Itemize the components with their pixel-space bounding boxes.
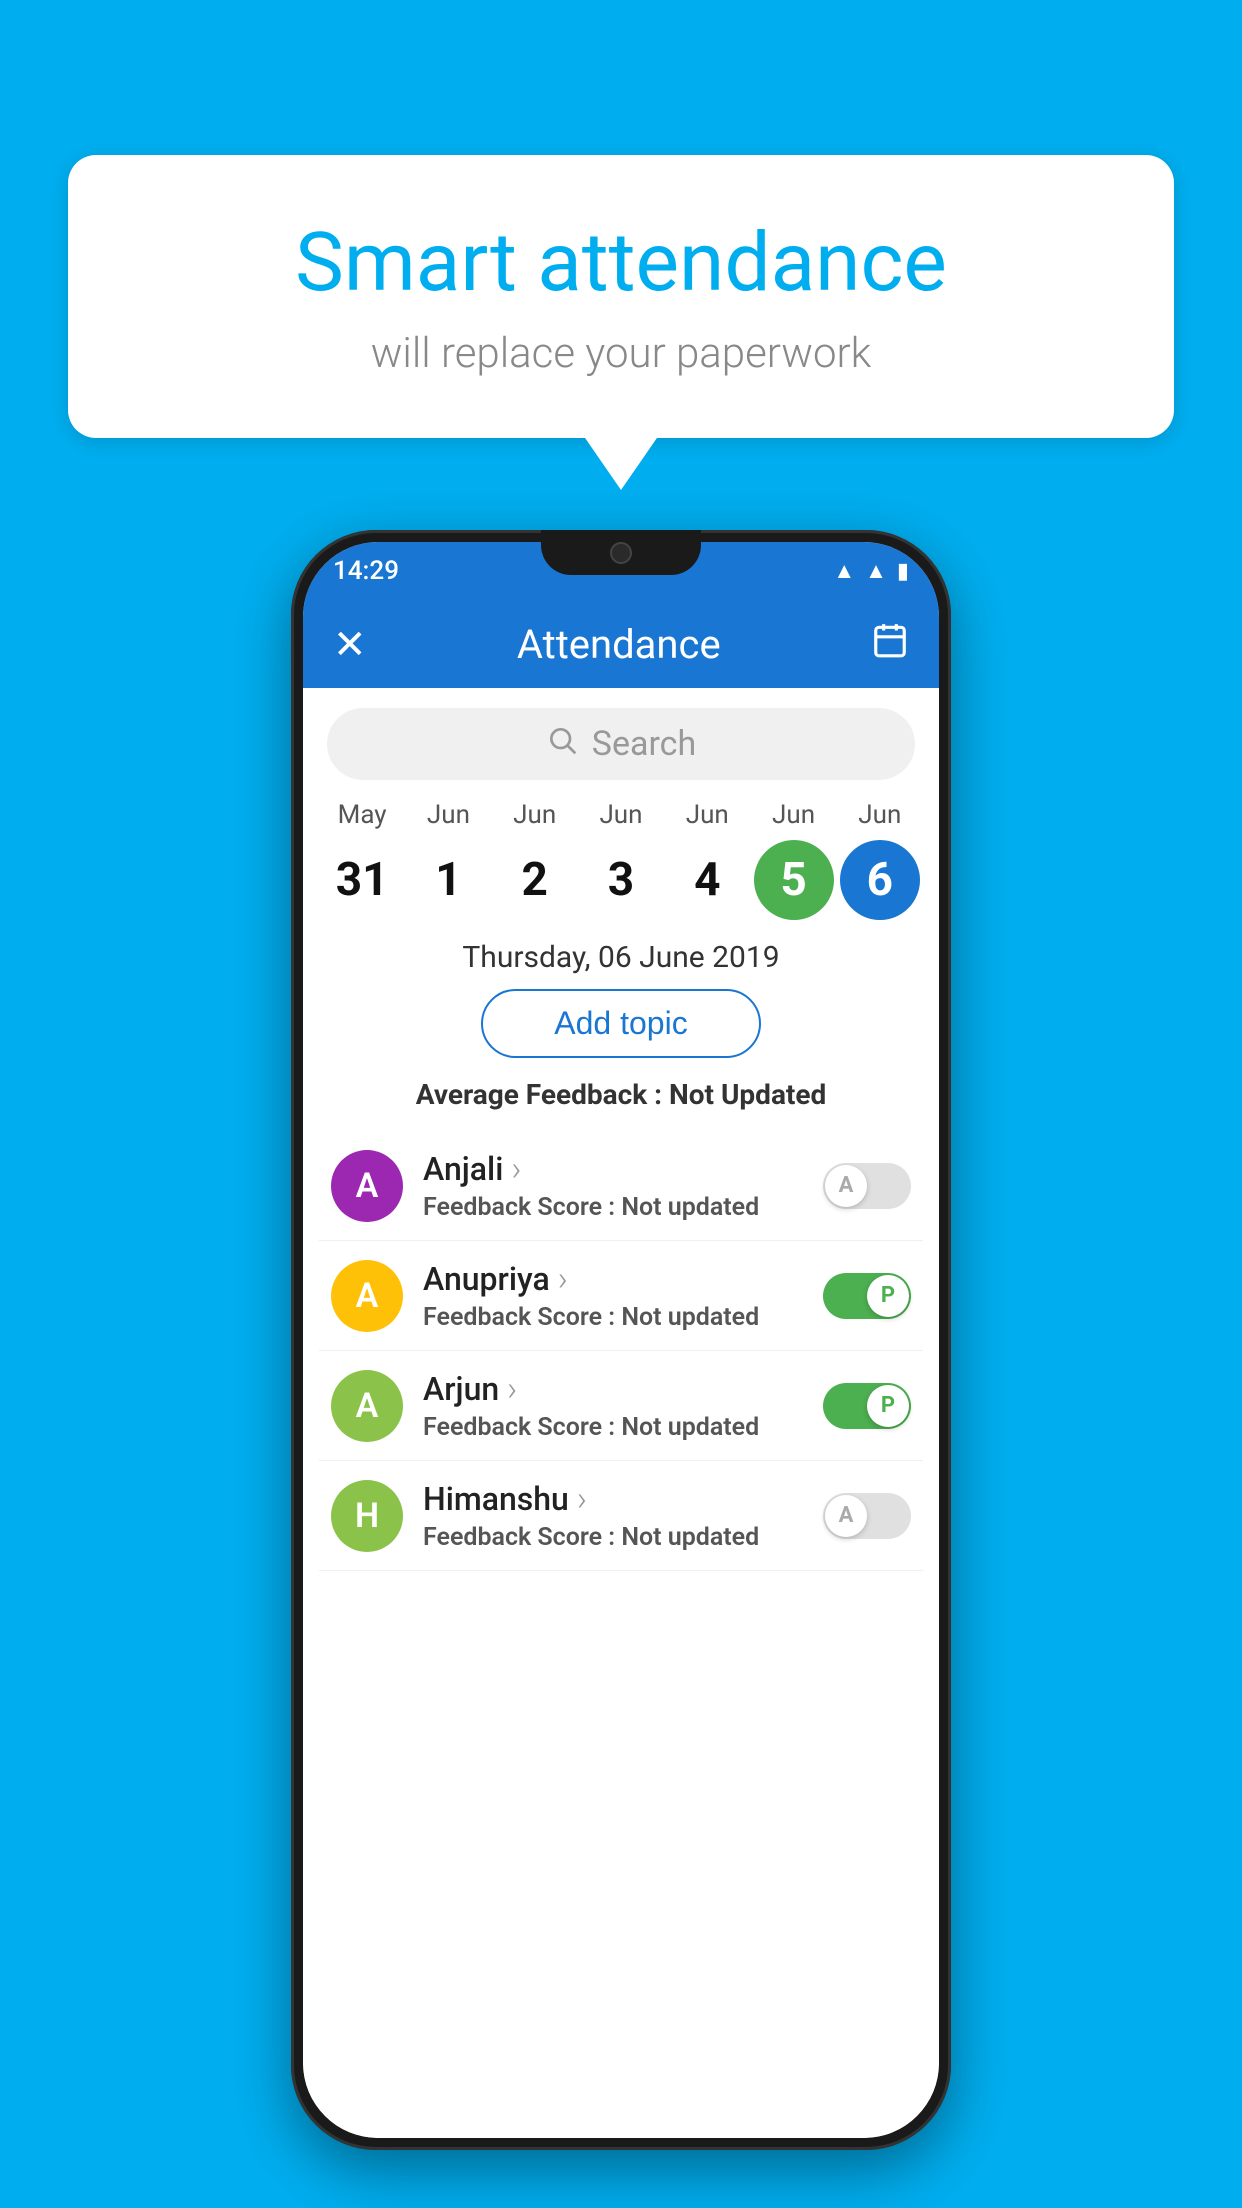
screen-content: Search May 31 Jun 1 Jun 2 Jun 3 Jun 4 Jun 5 Jun 6 Thu… bbox=[303, 688, 939, 2138]
phone-container: 14:29 ▲ ▲ ▮ ✕ Attendance bbox=[291, 530, 951, 2150]
toggle-knob: P bbox=[867, 1275, 909, 1317]
attendance-toggle[interactable]: P bbox=[823, 1383, 911, 1429]
phone-camera bbox=[610, 542, 632, 564]
student-name: Anupriya bbox=[423, 1259, 811, 1299]
phone-notch bbox=[541, 530, 701, 575]
student-row[interactable]: A Anupriya Feedback Score : Not updated P bbox=[319, 1241, 923, 1351]
volume-down-button bbox=[291, 970, 293, 1080]
toggle-knob: A bbox=[825, 1165, 867, 1207]
toggle-knob: P bbox=[867, 1385, 909, 1427]
header-title: Attendance bbox=[517, 621, 721, 668]
date-day: 31 bbox=[322, 840, 402, 920]
student-avatar: H bbox=[331, 1480, 403, 1552]
attendance-toggle[interactable]: P bbox=[823, 1273, 911, 1319]
status-icons: ▲ ▲ ▮ bbox=[833, 558, 909, 584]
student-row[interactable]: A Anjali Feedback Score : Not updated A bbox=[319, 1131, 923, 1241]
date-day: 6 bbox=[840, 840, 920, 920]
avg-feedback: Average Feedback : Not Updated bbox=[303, 1078, 939, 1111]
attendance-toggle[interactable]: A bbox=[823, 1493, 911, 1539]
phone-frame: 14:29 ▲ ▲ ▮ ✕ Attendance bbox=[291, 530, 951, 2150]
date-month: Jun bbox=[427, 800, 470, 830]
student-name: Himanshu bbox=[423, 1479, 811, 1519]
date-month: Jun bbox=[599, 800, 642, 830]
student-info: Anupriya Feedback Score : Not updated bbox=[423, 1259, 811, 1332]
date-item[interactable]: Jun 1 bbox=[408, 800, 488, 920]
date-item[interactable]: Jun 2 bbox=[495, 800, 575, 920]
date-item[interactable]: Jun 3 bbox=[581, 800, 661, 920]
speech-bubble-container: Smart attendance will replace your paper… bbox=[68, 155, 1174, 438]
bubble-title: Smart attendance bbox=[148, 215, 1094, 311]
date-strip: May 31 Jun 1 Jun 2 Jun 3 Jun 4 Jun 5 Jun 6 bbox=[303, 800, 939, 920]
student-info: Arjun Feedback Score : Not updated bbox=[423, 1369, 811, 1442]
student-info: Himanshu Feedback Score : Not updated bbox=[423, 1479, 811, 1552]
search-placeholder: Search bbox=[592, 724, 696, 764]
date-month: Jun bbox=[772, 800, 815, 830]
student-feedback: Feedback Score : Not updated bbox=[423, 1193, 811, 1222]
speech-bubble: Smart attendance will replace your paper… bbox=[68, 155, 1174, 438]
student-avatar: A bbox=[331, 1370, 403, 1442]
search-bar[interactable]: Search bbox=[327, 708, 915, 780]
student-feedback: Feedback Score : Not updated bbox=[423, 1523, 811, 1552]
signal-icon: ▲ bbox=[865, 558, 887, 584]
volume-up-button bbox=[291, 840, 293, 950]
toggle-switch[interactable]: A bbox=[823, 1493, 911, 1539]
status-time: 14:29 bbox=[333, 556, 399, 586]
search-icon bbox=[546, 724, 578, 764]
mute-button bbox=[291, 750, 293, 820]
student-row[interactable]: A Arjun Feedback Score : Not updated P bbox=[319, 1351, 923, 1461]
date-month: May bbox=[338, 800, 387, 830]
student-feedback: Feedback Score : Not updated bbox=[423, 1413, 811, 1442]
battery-icon: ▮ bbox=[897, 559, 909, 584]
student-list: AAnjaliFeedback Score : Not updatedAAAnu… bbox=[303, 1131, 939, 1571]
date-item[interactable]: Jun 5 bbox=[754, 800, 834, 920]
date-month: Jun bbox=[858, 800, 901, 830]
student-info: Anjali Feedback Score : Not updated bbox=[423, 1149, 811, 1222]
attendance-toggle[interactable]: A bbox=[823, 1163, 911, 1209]
date-item[interactable]: Jun 4 bbox=[667, 800, 747, 920]
wifi-icon: ▲ bbox=[833, 558, 855, 584]
student-feedback: Feedback Score : Not updated bbox=[423, 1303, 811, 1332]
date-day: 1 bbox=[408, 840, 488, 920]
power-button bbox=[949, 810, 951, 900]
date-day: 5 bbox=[754, 840, 834, 920]
date-day: 3 bbox=[581, 840, 661, 920]
close-button[interactable]: ✕ bbox=[333, 621, 367, 668]
date-day: 4 bbox=[667, 840, 747, 920]
toggle-switch[interactable]: P bbox=[823, 1273, 911, 1319]
student-name: Anjali bbox=[423, 1149, 811, 1189]
selected-date-label: Thursday, 06 June 2019 bbox=[303, 940, 939, 975]
phone-screen: 14:29 ▲ ▲ ▮ ✕ Attendance bbox=[303, 542, 939, 2138]
student-row[interactable]: H Himanshu Feedback Score : Not updated A bbox=[319, 1461, 923, 1571]
toggle-switch[interactable]: A bbox=[823, 1163, 911, 1209]
date-month: Jun bbox=[513, 800, 556, 830]
toggle-knob: A bbox=[825, 1495, 867, 1537]
toggle-switch[interactable]: P bbox=[823, 1383, 911, 1429]
student-name: Arjun bbox=[423, 1369, 811, 1409]
app-header: ✕ Attendance bbox=[303, 600, 939, 688]
student-avatar: A bbox=[331, 1260, 403, 1332]
bubble-subtitle: will replace your paperwork bbox=[148, 329, 1094, 378]
date-day: 2 bbox=[495, 840, 575, 920]
date-item[interactable]: Jun 6 bbox=[840, 800, 920, 920]
add-topic-button[interactable]: Add topic bbox=[481, 989, 761, 1058]
student-avatar: A bbox=[331, 1150, 403, 1222]
date-item[interactable]: May 31 bbox=[322, 800, 402, 920]
date-month: Jun bbox=[686, 800, 729, 830]
calendar-icon[interactable] bbox=[871, 621, 909, 668]
